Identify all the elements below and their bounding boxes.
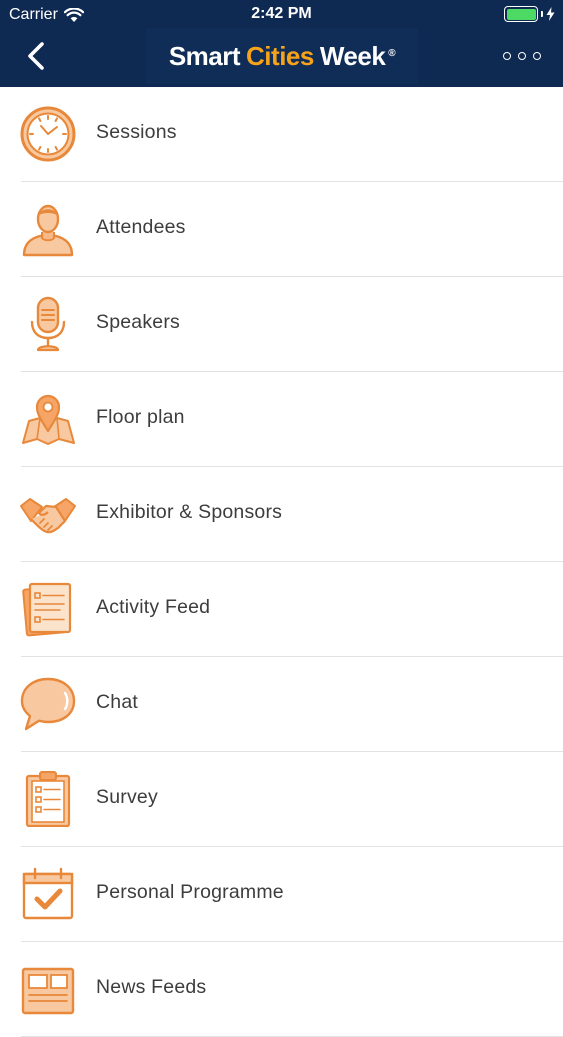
app-header: Carrier 2:42 PM Smart Cities Week ® [0, 0, 563, 87]
main-menu-list: Sessions Attendees Speakers Floor plan E… [0, 87, 563, 1037]
menu-item-floor-plan[interactable]: Floor plan [0, 372, 563, 467]
event-logo: Smart Cities Week ® [146, 28, 418, 84]
map-pin-icon [22, 394, 75, 445]
menu-item-label: Activity Feed [96, 596, 211, 618]
back-button[interactable] [18, 38, 54, 74]
document-stack-icon [22, 582, 72, 637]
microphone-icon [30, 296, 66, 352]
menu-item-attendees[interactable]: Attendees [0, 182, 563, 277]
newspaper-icon [21, 967, 75, 1015]
charging-bolt-icon [546, 7, 555, 21]
battery-indicator [504, 6, 555, 22]
more-dots-icon [503, 52, 511, 60]
menu-item-news-feeds[interactable]: News Feeds [0, 942, 563, 1037]
menu-item-sessions[interactable]: Sessions [0, 87, 563, 182]
clipboard-icon [25, 771, 71, 827]
handshake-icon [20, 498, 76, 534]
menu-item-label: News Feeds [96, 976, 207, 998]
menu-item-label: Personal Programme [96, 881, 284, 903]
menu-item-label: Chat [96, 691, 138, 713]
navigation-bar: Smart Cities Week ® [0, 28, 563, 87]
menu-item-speakers[interactable]: Speakers [0, 277, 563, 372]
menu-item-label: Survey [96, 786, 158, 808]
menu-item-activity-feed[interactable]: Activity Feed [0, 562, 563, 657]
menu-item-label: Sessions [96, 121, 177, 143]
calendar-check-icon [22, 867, 74, 920]
menu-item-exhibitor-sponsors[interactable]: Exhibitor & Sponsors [0, 467, 563, 562]
menu-item-personal-programme[interactable]: Personal Programme [0, 847, 563, 942]
menu-item-label: Floor plan [96, 406, 185, 428]
menu-item-label: Attendees [96, 216, 186, 238]
menu-item-survey[interactable]: Survey [0, 752, 563, 847]
chevron-left-icon [28, 42, 44, 70]
battery-icon [504, 6, 538, 22]
status-bar: Carrier 2:42 PM [0, 0, 563, 28]
menu-item-label: Speakers [96, 311, 180, 333]
more-options-button[interactable] [503, 48, 541, 64]
menu-item-label: Exhibitor & Sponsors [96, 501, 283, 523]
menu-item-chat[interactable]: Chat [0, 657, 563, 752]
logo-word-week: Week [319, 40, 386, 71]
logo-word-cities: Cities [246, 40, 314, 71]
logo-registered-mark: ® [388, 47, 396, 59]
logo-word-smart: Smart [168, 40, 241, 71]
person-icon [22, 204, 74, 257]
chat-bubble-icon [20, 677, 76, 731]
status-time: 2:42 PM [251, 5, 312, 22]
clock-icon [20, 106, 76, 162]
